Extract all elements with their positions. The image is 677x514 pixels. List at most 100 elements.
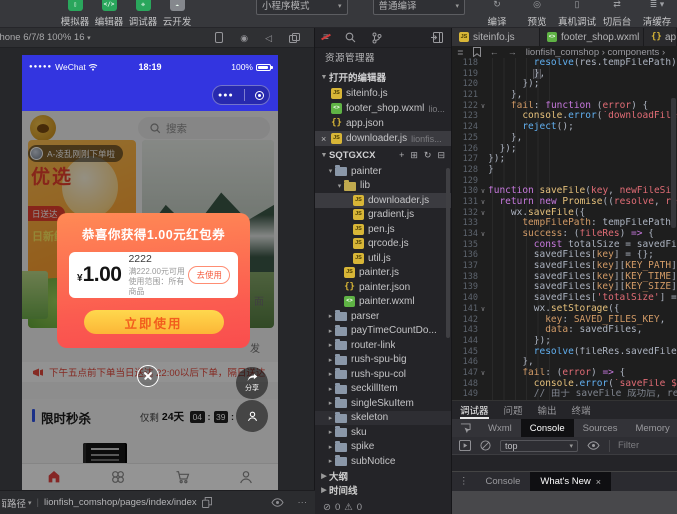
code-line[interactable]: 137 savedFiles[key][KEY_PATH] = fileRes. bbox=[452, 261, 677, 272]
nav-back-icon[interactable]: ← bbox=[490, 47, 499, 57]
tab-problems[interactable]: 问题 bbox=[504, 401, 523, 419]
open-editor-item[interactable]: ×JSdownloader.jslionfis... bbox=[315, 131, 451, 146]
drawer-tab-console[interactable]: Console bbox=[476, 472, 531, 491]
code-line[interactable]: 128} bbox=[452, 165, 677, 176]
close-icon[interactable]: × bbox=[321, 134, 331, 144]
problems-status[interactable]: ⊘0 ⚠0 bbox=[315, 497, 451, 514]
tree-item[interactable]: ▾painter bbox=[315, 164, 451, 179]
tree-item[interactable]: JSutil.js bbox=[315, 251, 451, 266]
git-branch-icon[interactable] bbox=[372, 32, 382, 44]
code-line[interactable]: 139 savedFiles[key][KEY_SIZE] = newFileS… bbox=[452, 282, 677, 293]
tree-item[interactable]: JSpainter.js bbox=[315, 266, 451, 281]
tab-output[interactable]: 输出 bbox=[538, 401, 557, 419]
fold-arrow[interactable]: ∨ bbox=[478, 229, 488, 240]
tree-item[interactable]: ▸rush-spu-big bbox=[315, 353, 451, 368]
tree-item[interactable]: ▸skeleton bbox=[315, 411, 451, 426]
tree-item[interactable]: ▸router-link bbox=[315, 338, 451, 353]
more-menu-icon[interactable]: ●●● bbox=[218, 92, 234, 99]
devtools-tab-console[interactable]: Console bbox=[521, 419, 574, 437]
open-editors-header[interactable]: ▼ 打开的编辑器 bbox=[315, 68, 451, 86]
explorer-scrollbar[interactable] bbox=[446, 168, 450, 338]
tab-app-json[interactable]: {} app.json bbox=[644, 28, 677, 46]
clear-console-icon[interactable] bbox=[480, 440, 491, 451]
tab-debugger[interactable]: 调试器 bbox=[460, 401, 489, 419]
remote-debug-button[interactable]: ▯ 真机调试 bbox=[557, 0, 597, 28]
more-options-icon[interactable]: ··· bbox=[298, 497, 308, 508]
device-select[interactable]: iPhone 6/7/8 100% 16 ▾ bbox=[0, 32, 108, 43]
clear-cache-button[interactable]: ≣ ▾ 清缓存 bbox=[637, 0, 677, 28]
search-icon[interactable] bbox=[345, 32, 356, 43]
code-line[interactable]: 130∨function saveFile(key, newFileSize, … bbox=[452, 186, 677, 197]
code-line[interactable]: 129 bbox=[452, 176, 677, 187]
tab-terminal[interactable]: 终端 bbox=[572, 401, 591, 419]
phone-frame-icon[interactable] bbox=[215, 32, 223, 43]
share-float-button[interactable]: 分享 bbox=[236, 367, 268, 399]
console-log-area[interactable] bbox=[452, 455, 677, 471]
context-select[interactable]: top ▾ bbox=[500, 440, 578, 452]
nav-forward-icon[interactable]: → bbox=[508, 47, 517, 57]
list-icon[interactable]: ≣ bbox=[457, 48, 464, 57]
code-line[interactable]: 136 savedFiles[key] = {}; bbox=[452, 250, 677, 261]
code-line[interactable]: 135 const totalSize = savedFiles[KEY_TOT… bbox=[452, 240, 677, 251]
code-line[interactable]: 138 savedFiles[key][KEY_TIME] = new Date… bbox=[452, 272, 677, 283]
tree-item[interactable]: ▸payTimeCountDo... bbox=[315, 324, 451, 339]
compile-button[interactable]: ↻ 编译 bbox=[477, 0, 517, 28]
tree-item[interactable]: ▸sku bbox=[315, 425, 451, 440]
eye-icon[interactable] bbox=[271, 498, 284, 507]
cloud-dev-button[interactable]: ☁ 云开发 bbox=[160, 0, 194, 28]
tree-item[interactable]: JSgradient.js bbox=[315, 208, 451, 223]
code-line[interactable]: 143 data: savedFiles, bbox=[452, 325, 677, 336]
bookmark-icon[interactable] bbox=[473, 47, 481, 57]
tree-item[interactable]: <>painter.wxml bbox=[315, 295, 451, 310]
devtools-tab-sources[interactable]: Sources bbox=[574, 419, 627, 437]
new-folder-icon[interactable]: ⊞ bbox=[410, 150, 418, 161]
fold-arrow[interactable]: ∨ bbox=[478, 186, 488, 197]
fold-arrow[interactable]: ∨ bbox=[478, 304, 488, 315]
mode-select[interactable]: 小程序模式 ▾ bbox=[256, 0, 348, 15]
tree-item[interactable]: {}painter.json bbox=[315, 280, 451, 295]
outline-section[interactable]: ▶ 大纲 bbox=[315, 469, 451, 483]
fold-arrow[interactable]: ∨ bbox=[478, 208, 488, 219]
devtools-tab-wxml[interactable]: Wxml bbox=[479, 419, 521, 437]
new-file-icon[interactable]: + bbox=[399, 150, 404, 161]
tree-item[interactable]: ▸subNotice bbox=[315, 454, 451, 469]
tree-item[interactable]: JSqrcode.js bbox=[315, 237, 451, 252]
debugger-button[interactable]: ❉ 调试器 bbox=[126, 0, 160, 28]
open-editor-item[interactable]: <>footer_shop.wxmllio... bbox=[315, 101, 451, 116]
tab-footer-shop-wxml[interactable]: <> footer_shop.wxml bbox=[540, 28, 644, 46]
editor-button[interactable]: </> 编辑器 bbox=[92, 0, 126, 28]
code-line[interactable]: 120 }); bbox=[452, 79, 677, 90]
project-section-header[interactable]: ▼ SQTGXCX + ⊞ ↻ ⊟ bbox=[315, 146, 451, 164]
timeline-section[interactable]: ▶ 时间线 bbox=[315, 483, 451, 497]
tree-item[interactable]: ▸spike bbox=[315, 440, 451, 455]
code-line[interactable]: 147∨ fail: (error) => { bbox=[452, 368, 677, 379]
record-icon[interactable]: ◉ bbox=[240, 33, 248, 43]
background-switch-button[interactable]: ⇄ 切后台 bbox=[597, 0, 637, 28]
fold-arrow[interactable]: ∨ bbox=[478, 197, 488, 208]
code-line[interactable]: 132∨ wx.saveFile({ bbox=[452, 208, 677, 219]
filter-input[interactable] bbox=[609, 440, 659, 452]
tree-item[interactable]: ▸singleSkuItem bbox=[315, 396, 451, 411]
sound-icon[interactable]: ◁ bbox=[265, 33, 272, 43]
code-line[interactable]: 119 }, bbox=[452, 69, 677, 80]
tree-item[interactable]: ▸seckillItem bbox=[315, 382, 451, 397]
close-icon[interactable]: × bbox=[596, 477, 601, 487]
drawer-tab-whats-new[interactable]: What's New × bbox=[530, 472, 611, 491]
code-line[interactable]: 145 resolve(fileRes.savedFilePath); bbox=[452, 347, 677, 358]
code-line[interactable]: 125 }, bbox=[452, 133, 677, 144]
code-line[interactable]: 148 console.error(`saveFile ${key} fail bbox=[452, 379, 677, 390]
close-popup-icon[interactable] bbox=[137, 365, 159, 387]
collapse-all-icon[interactable]: ⊟ bbox=[437, 150, 445, 161]
code-line[interactable]: 149 // 由于 saveFile 成功后, res.tempFi bbox=[452, 389, 677, 400]
code-line[interactable]: 131∨ return new Promise((resolve, reject… bbox=[452, 197, 677, 208]
code-line[interactable]: 127}); bbox=[452, 154, 677, 165]
preview-button[interactable]: ◎ 预览 bbox=[517, 0, 557, 28]
compile-mode-select[interactable]: 普通编译 ▾ bbox=[373, 0, 466, 15]
eval-context-icon[interactable] bbox=[459, 440, 471, 451]
tree-item[interactable]: ▸parser bbox=[315, 309, 451, 324]
code-area[interactable]: 118 resolve(res.tempFilePath);119 },120 … bbox=[452, 58, 677, 400]
copy-icon[interactable] bbox=[202, 497, 212, 508]
devtools-tab-memory[interactable]: Memory bbox=[626, 419, 677, 437]
live-expression-eye-icon[interactable] bbox=[587, 441, 600, 450]
code-line[interactable]: 122∨ fail: function (error) { bbox=[452, 101, 677, 112]
